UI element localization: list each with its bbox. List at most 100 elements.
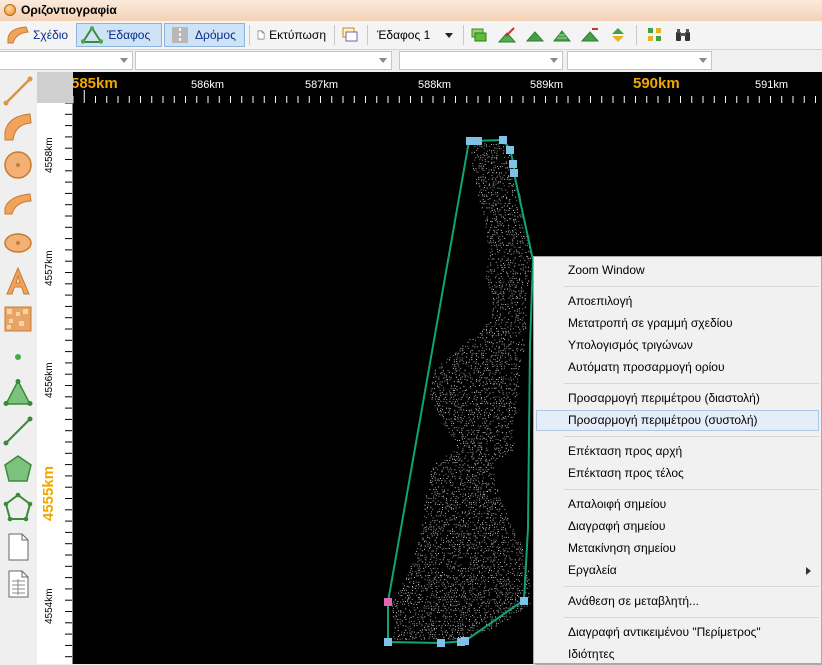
terrain-point [441, 489, 443, 491]
terrain-point [478, 480, 480, 482]
perimeter-vertex[interactable] [384, 638, 392, 646]
arc-tool-icon[interactable] [3, 112, 33, 142]
terrain-point [401, 620, 403, 622]
terrain-point [417, 619, 419, 621]
perimeter-vertex[interactable] [457, 638, 465, 646]
terrain-point [442, 572, 443, 573]
terrain-point [505, 347, 507, 349]
menu-item[interactable]: Ιδιότητες [536, 644, 819, 665]
menu-item[interactable]: Εργαλεία [536, 560, 819, 581]
terrain-point [518, 234, 520, 236]
terrain-point [507, 607, 509, 609]
menu-item[interactable]: Υπολογισμός τριγώνων [536, 335, 819, 356]
menu-item[interactable]: Διαγραφή αντικειμένου "Περίμετρος" [536, 622, 819, 643]
terrain-point [417, 554, 419, 556]
terrain-point [466, 379, 468, 381]
grid-points-icon[interactable] [646, 26, 664, 44]
terrain-edit-icon[interactable] [498, 26, 516, 44]
terrain-point [494, 559, 496, 561]
terrain-point [465, 601, 467, 603]
terrain-point [438, 624, 440, 626]
menu-item[interactable]: Αποεπιλογή [536, 291, 819, 312]
terrain-up-icon[interactable] [526, 26, 544, 44]
menu-item[interactable]: Μετακίνηση σημείου [536, 538, 819, 559]
circle-tool-icon[interactable] [3, 150, 33, 180]
terrain-point [477, 561, 479, 563]
terrain-point [509, 616, 511, 618]
terrain-point [403, 585, 405, 587]
perimeter-vertex[interactable] [509, 160, 517, 168]
terrain-point [405, 590, 407, 591]
terrain-point [505, 259, 507, 261]
menu-item[interactable]: Διαγραφή σημείου [536, 516, 819, 537]
layer-select[interactable]: Έδαφος 1 [372, 23, 460, 47]
combo-box-4[interactable] [567, 51, 712, 70]
terrain-point [504, 438, 506, 440]
menu-item[interactable]: Προσαρμογή περιμέτρου (διαστολή) [536, 388, 819, 409]
terrain-tab-button[interactable]: Έδαφος [76, 23, 162, 47]
terrain-point [455, 581, 457, 583]
menu-item[interactable]: Ανάθεση σε μεταβλητή... [536, 591, 819, 612]
menu-item[interactable]: Απαλοιφή σημείου [536, 494, 819, 515]
binoculars-icon[interactable] [674, 26, 692, 44]
terrain-point [487, 199, 489, 200]
terrain-point [500, 203, 502, 205]
menu-item[interactable]: Zoom Window [536, 260, 819, 281]
polyline-tool-icon[interactable] [3, 416, 33, 446]
terrain-point [476, 564, 478, 566]
terrain-perimeter[interactable] [387, 138, 535, 645]
layers-green-icon[interactable] [470, 26, 488, 44]
terrain-point [497, 182, 499, 184]
terrain-point [490, 262, 491, 264]
arc-segment-tool-icon[interactable] [3, 190, 33, 220]
road-tab-button[interactable]: Δρόμος [164, 23, 245, 47]
terrain-point [427, 504, 429, 506]
terrain-point [466, 425, 468, 427]
terrain-point [454, 462, 456, 464]
combo-box-1[interactable] [0, 51, 133, 70]
menu-item[interactable]: Προσαρμογή περιμέτρου (συστολή) [536, 410, 819, 431]
polygon-outline-tool-icon[interactable] [3, 492, 33, 522]
terrain-updown-icon[interactable] [609, 26, 627, 44]
menu-item[interactable]: Αυτόματη προσαρμογή ορίου [536, 357, 819, 378]
terrain-remove-icon[interactable] [581, 26, 599, 44]
hatch-tool-icon[interactable] [3, 304, 33, 334]
terrain-point [495, 405, 497, 407]
perimeter-vertex[interactable] [520, 597, 528, 605]
point-tool-icon[interactable] [3, 342, 33, 372]
table-tool-icon[interactable] [3, 569, 33, 599]
terrain-point [425, 587, 427, 589]
triangle-tool-icon[interactable] [3, 378, 33, 408]
polygon-tool-icon[interactable] [3, 454, 33, 484]
terrain-point [454, 388, 456, 389]
document-tool-icon[interactable] [3, 532, 33, 562]
terrain-point [495, 605, 497, 607]
terrain-point [410, 577, 412, 579]
perimeter-vertex[interactable] [506, 146, 514, 154]
perimeter-vertex[interactable] [437, 639, 445, 647]
design-tab-button[interactable]: Σχέδιο [2, 23, 74, 47]
menu-item[interactable]: Επέκταση προς αρχή [536, 441, 819, 462]
terrain-point [434, 545, 436, 547]
line-tool-icon[interactable] [3, 76, 33, 106]
terrain-grid-icon[interactable] [553, 26, 571, 44]
ellipse-tool-icon[interactable] [3, 228, 33, 258]
terrain-point [408, 598, 410, 600]
perimeter-vertex[interactable] [499, 136, 507, 144]
combo-box-3[interactable] [399, 51, 563, 70]
menu-item[interactable]: Επέκταση προς τέλος [536, 463, 819, 484]
perimeter-vertex[interactable] [474, 137, 482, 145]
windows-icon[interactable] [341, 26, 359, 44]
terrain-point [448, 583, 450, 585]
perimeter-vertex[interactable] [466, 137, 474, 145]
text-tool-icon[interactable] [3, 266, 33, 296]
terrain-point [492, 543, 494, 545]
terrain-point [508, 449, 509, 451]
perimeter-vertex[interactable] [510, 169, 518, 177]
menu-item[interactable]: Μετατροπή σε γραμμή σχεδίου [536, 313, 819, 334]
combo-box-2[interactable] [135, 51, 392, 70]
terrain-point [420, 533, 422, 535]
selected-vertex[interactable] [384, 598, 392, 606]
terrain-point [494, 234, 496, 236]
print-button[interactable]: Εκτύπωση [252, 23, 331, 47]
